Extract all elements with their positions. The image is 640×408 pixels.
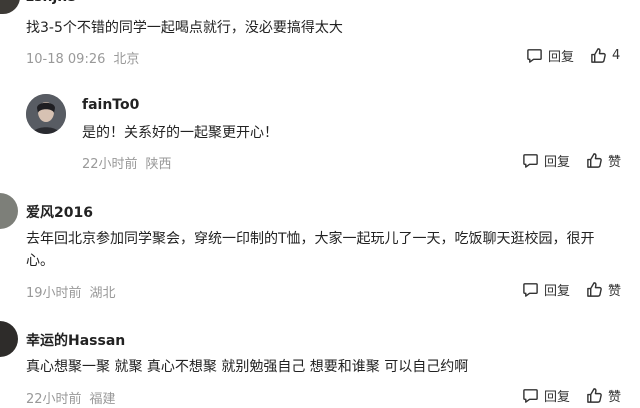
comment-time: 10-18 09:26 bbox=[26, 52, 106, 67]
comment-time: 22小时前 bbox=[82, 157, 138, 172]
comment-icon bbox=[523, 283, 538, 297]
comment-location: 陕西 bbox=[145, 157, 172, 172]
reply-label: 回复 bbox=[548, 50, 575, 65]
comment-username[interactable]: 爱风2016 bbox=[26, 202, 93, 222]
reply-button[interactable]: 回复 bbox=[526, 46, 574, 65]
comment-actions: 回复 赞 bbox=[522, 151, 621, 170]
like-button[interactable]: 4 bbox=[590, 47, 620, 64]
like-button[interactable]: 赞 bbox=[586, 280, 621, 299]
reply-button[interactable]: 回复 bbox=[522, 151, 570, 170]
avatar[interactable] bbox=[26, 94, 66, 134]
comment-username[interactable]: zsnjn5 bbox=[26, 0, 77, 5]
comment-icon bbox=[527, 49, 542, 63]
like-label: 赞 bbox=[608, 155, 622, 170]
comment-text: 真心想聚一聚 就聚 真心不想聚 就别勉强自己 想要和谁聚 可以自己约啊 bbox=[26, 359, 469, 375]
like-label: 4 bbox=[612, 48, 621, 63]
comment-username[interactable]: 幸运的Hassan bbox=[26, 330, 125, 350]
like-label: 赞 bbox=[608, 390, 622, 405]
thumbs-up-icon bbox=[587, 388, 602, 403]
like-button[interactable]: 赞 bbox=[586, 151, 621, 170]
comment-actions: 回复 赞 bbox=[522, 280, 621, 299]
avatar[interactable] bbox=[0, 321, 18, 357]
reply-label: 回复 bbox=[544, 155, 571, 170]
comment-location: 福建 bbox=[89, 392, 116, 407]
comment-username[interactable]: fainTo0 bbox=[82, 97, 139, 113]
reply-label: 回复 bbox=[544, 284, 571, 299]
reply-button[interactable]: 回复 bbox=[522, 386, 570, 405]
reply-label: 回复 bbox=[544, 390, 571, 405]
avatar[interactable] bbox=[0, 0, 20, 14]
thumbs-up-icon bbox=[591, 48, 606, 63]
comment-icon bbox=[523, 389, 538, 403]
comment-location: 北京 bbox=[113, 52, 140, 67]
comment-meta: 19小时前 湖北 bbox=[26, 282, 116, 301]
comment-text: 是的！关系好的一起聚更开心！ bbox=[82, 125, 278, 141]
comment-text-line: 心。 bbox=[26, 253, 54, 269]
comment-time: 19小时前 bbox=[26, 286, 82, 301]
like-label: 赞 bbox=[608, 284, 622, 299]
thumbs-up-icon bbox=[587, 153, 602, 168]
reply-button[interactable]: 回复 bbox=[522, 280, 570, 299]
comment-location: 湖北 bbox=[89, 286, 116, 301]
comment-actions: 回复 4 bbox=[526, 46, 620, 65]
comment-text: 找3-5个不错的同学一起喝点就行，没必要搞得太大 bbox=[26, 20, 343, 36]
comment-text-line: 去年回北京参加同学聚会，穿统一印制的T恤，大家一起玩儿了一天，吃饭聊天逛校园，很… bbox=[26, 231, 595, 247]
comment-time: 22小时前 bbox=[26, 392, 82, 407]
comment-meta: 10-18 09:26 北京 bbox=[26, 48, 139, 67]
comment-actions: 回复 赞 bbox=[522, 386, 621, 405]
comment-meta: 22小时前 福建 bbox=[26, 388, 116, 407]
like-button[interactable]: 赞 bbox=[586, 386, 621, 405]
thumbs-up-icon bbox=[587, 282, 602, 297]
comment-icon bbox=[523, 154, 538, 168]
comment-meta: 22小时前 陕西 bbox=[82, 153, 172, 172]
avatar[interactable] bbox=[0, 193, 18, 229]
